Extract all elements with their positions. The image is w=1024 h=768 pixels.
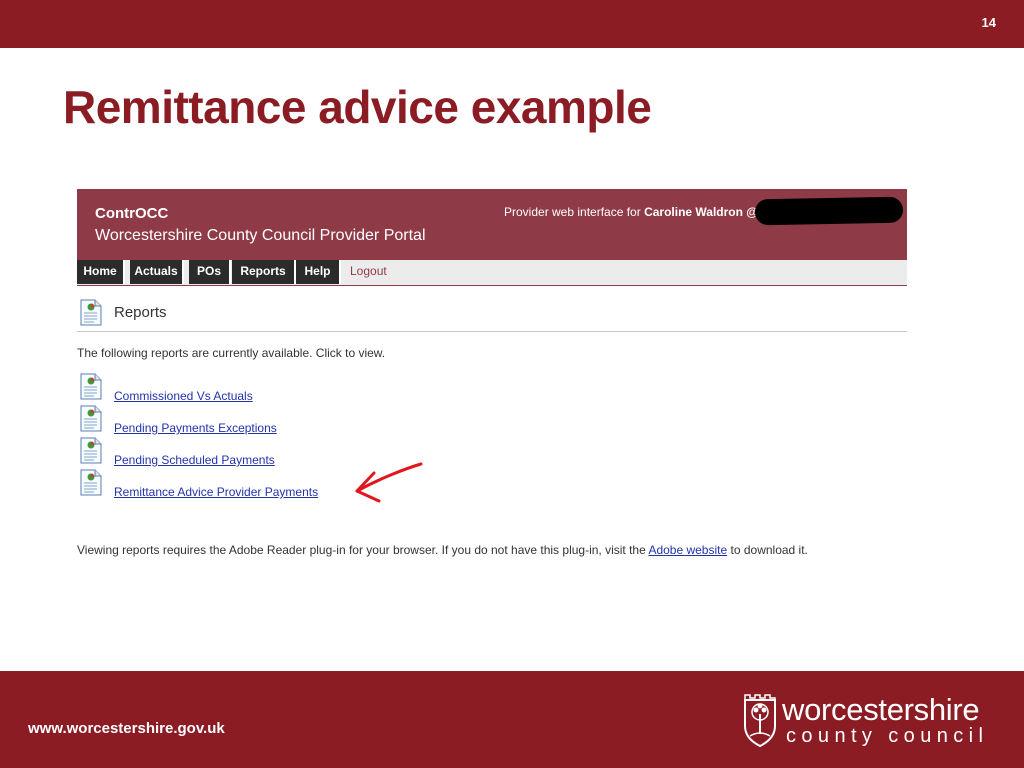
report-link-remittance-advice[interactable]: Remittance Advice Provider Payments: [114, 485, 318, 499]
nav-tab-pos[interactable]: POs: [189, 260, 231, 284]
slide-top-bar: 14: [0, 0, 1024, 48]
slide-number: 14: [981, 15, 996, 30]
nav-tab-home[interactable]: Home: [77, 260, 125, 284]
redaction-mark: [754, 196, 904, 226]
intro-text: The following reports are currently avai…: [77, 346, 386, 360]
report-document-icon: [80, 437, 102, 464]
logo-line-1: worcestershire: [782, 692, 980, 727]
portal-header: ContrOCC Worcestershire County Council P…: [77, 189, 907, 260]
nav-tab-reports[interactable]: Reports: [232, 260, 296, 284]
portal-name: Worcestershire County Council Provider P…: [95, 227, 426, 244]
report-link-pending-payments-exceptions[interactable]: Pending Payments Exceptions: [114, 421, 277, 435]
slide-title: Remittance advice example: [63, 81, 652, 133]
logout-link[interactable]: Logout: [350, 260, 387, 284]
page-heading-label: Reports: [114, 304, 167, 321]
arrow-annotation-icon: [355, 462, 423, 503]
report-item[interactable]: Pending Scheduled Payments: [80, 437, 380, 467]
report-link-commissioned-vs-actuals[interactable]: Commissioned Vs Actuals: [114, 389, 253, 403]
slide-bottom-bar: www.worcestershire.gov.uk worcestershire…: [0, 671, 1024, 768]
adobe-footnote: Viewing reports requires the Adobe Reade…: [77, 543, 808, 557]
report-item[interactable]: Commissioned Vs Actuals: [80, 373, 380, 403]
report-document-icon: [80, 405, 102, 432]
report-link-pending-scheduled-payments[interactable]: Pending Scheduled Payments: [114, 453, 275, 467]
report-item[interactable]: Remittance Advice Provider Payments: [80, 469, 380, 499]
report-document-icon: [80, 373, 102, 400]
report-document-icon: [80, 469, 102, 496]
user-prefix: Provider web interface for: [504, 205, 645, 219]
footer-url: www.worcestershire.gov.uk: [28, 720, 225, 737]
footnote-text-before: Viewing reports requires the Adobe Reade…: [77, 543, 649, 557]
page-heading: Reports: [77, 299, 907, 332]
user-name: Caroline Waldron @: [644, 205, 758, 219]
footnote-text-after: to download it.: [727, 543, 808, 557]
report-document-icon: [80, 299, 102, 326]
nav-tab-help[interactable]: Help: [296, 260, 341, 284]
adobe-website-link[interactable]: Adobe website: [648, 543, 727, 557]
council-logo: worcestershire county council: [742, 692, 1004, 748]
user-info: Provider web interface for Caroline Wald…: [504, 205, 758, 219]
portal-brand: ContrOCC: [95, 205, 169, 222]
nav-tab-actuals[interactable]: Actuals: [130, 260, 184, 284]
portal-screenshot: ContrOCC Worcestershire County Council P…: [77, 189, 907, 579]
logo-line-2: county council: [786, 725, 989, 747]
council-crest-icon: [744, 694, 776, 748]
nav-bar: Home Actuals POs Reports Help Logout: [77, 260, 907, 286]
report-item[interactable]: Pending Payments Exceptions: [80, 405, 380, 435]
